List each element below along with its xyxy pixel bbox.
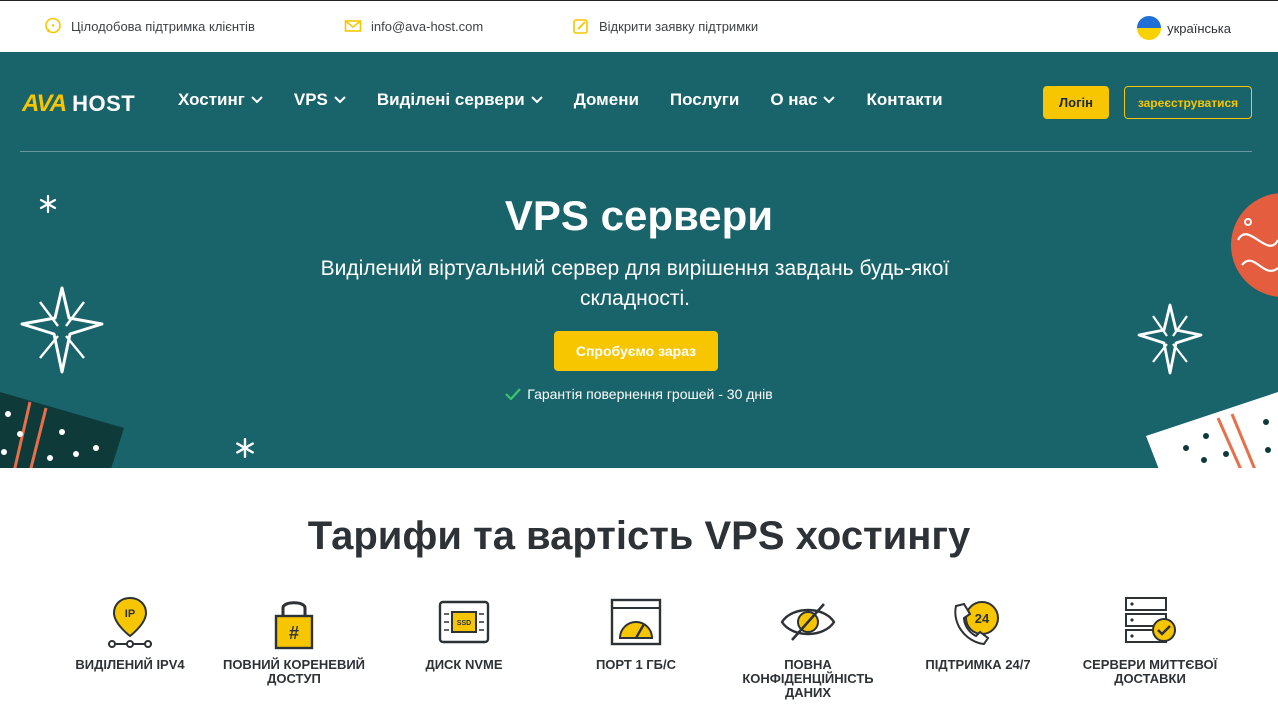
chat-icon bbox=[45, 17, 61, 34]
feature-label: Підтримка 24/7 bbox=[925, 657, 1031, 672]
chevron-down-icon bbox=[251, 96, 263, 104]
gift-box-decoration bbox=[0, 392, 124, 468]
server-check-icon bbox=[1125, 597, 1176, 643]
feature-privacy: Повна конфіденційність даних bbox=[728, 594, 888, 700]
chevron-down-icon bbox=[334, 96, 346, 104]
nav-label: Домени bbox=[573, 90, 639, 109]
feature-port: Порт 1 Гб/с bbox=[556, 594, 716, 672]
nav-label: О нас bbox=[770, 90, 818, 109]
features-row: IP Виділений IPV4 # Повний кореневий дос… bbox=[50, 594, 1230, 714]
feature-support: 24 Підтримка 24/7 bbox=[898, 594, 1058, 672]
logo[interactable]: AVA HOST bbox=[22, 90, 135, 118]
feature-root-access: # Повний кореневий доступ bbox=[214, 594, 374, 686]
try-now-button[interactable]: Спробуємо зараз bbox=[554, 331, 718, 371]
lock-icon: # bbox=[274, 601, 314, 650]
star-icon bbox=[20, 286, 104, 374]
hero-section: AVA HOST Хостинг VPS Виділені сервери До… bbox=[0, 52, 1278, 468]
svg-text:IP: IP bbox=[125, 608, 135, 620]
feature-instant-servers: Сервери миттєвої доставки bbox=[1070, 594, 1230, 686]
nav-dedicated-servers[interactable]: Виділені сервери bbox=[377, 90, 543, 110]
email-text: info@ava-host.com bbox=[371, 18, 484, 34]
feature-label: Диск NVME bbox=[425, 657, 503, 672]
star-icon bbox=[1137, 303, 1203, 375]
snowflake-icon bbox=[236, 437, 254, 459]
envelope-icon bbox=[344, 20, 362, 32]
logo-host: HOST bbox=[72, 91, 136, 116]
nav-domains[interactable]: Домени bbox=[574, 90, 639, 110]
tariffs-title: Тарифи та вартість VPS хостингу bbox=[307, 514, 971, 558]
svg-text:SSD: SSD bbox=[457, 620, 471, 627]
language-switcher[interactable]: українська bbox=[1137, 16, 1231, 40]
svg-text:24: 24 bbox=[975, 611, 990, 626]
email-link[interactable]: info@ava-host.com bbox=[344, 17, 483, 35]
feature-label: Сервери миттєвої доставки bbox=[1082, 657, 1218, 686]
ticket-text: Відкрити заявку підтримки bbox=[599, 18, 759, 34]
privacy-eye-icon bbox=[780, 603, 836, 641]
feature-ipv4: IP Виділений IPV4 bbox=[50, 594, 210, 672]
hero-subtitle: Виділений віртуальний сервер для вирішен… bbox=[320, 257, 950, 310]
support-link[interactable]: Цілодобова підтримка клієнтів bbox=[44, 17, 255, 35]
feature-label: Порт 1 Гб/с bbox=[595, 657, 677, 672]
edit-note-icon bbox=[573, 19, 588, 34]
nav-label: Послуги bbox=[669, 90, 740, 109]
register-button[interactable]: зареєструватися bbox=[1124, 86, 1252, 119]
nav-contacts[interactable]: Контакти bbox=[866, 90, 942, 110]
feature-label: Повна конфіденційність даних bbox=[742, 657, 874, 700]
support-24-icon: 24 bbox=[954, 601, 999, 646]
nav-label: Контакти bbox=[866, 90, 943, 109]
chevron-down-icon bbox=[823, 96, 836, 104]
ip-pin-icon: IP bbox=[108, 596, 152, 648]
feature-label: Виділений IPV4 bbox=[75, 657, 185, 672]
login-button[interactable]: Логін bbox=[1043, 86, 1109, 119]
nav-label: Хостинг bbox=[178, 90, 245, 109]
top-bar: Цілодобова підтримка клієнтів info@ava-h… bbox=[0, 0, 1278, 52]
svg-text:#: # bbox=[289, 623, 299, 643]
logo-ava: AVA bbox=[22, 90, 67, 117]
chevron-down-icon bbox=[530, 96, 543, 104]
nav-services[interactable]: Послуги bbox=[670, 90, 739, 110]
language-label: українська bbox=[1167, 20, 1231, 36]
nav-vps[interactable]: VPS bbox=[294, 90, 346, 110]
nav-about[interactable]: О нас bbox=[770, 90, 836, 110]
ssd-icon: SSD bbox=[438, 600, 490, 644]
speed-gauge-icon bbox=[610, 598, 662, 646]
hero-title: VPS сервери bbox=[504, 192, 774, 239]
feature-label: Повний кореневий доступ bbox=[222, 657, 366, 686]
feature-nvme: SSD Диск NVME bbox=[384, 594, 544, 672]
ukraine-flag-icon bbox=[1137, 16, 1162, 40]
guarantee-text: Гарантія повернення грошей - 30 днів bbox=[527, 386, 773, 402]
divider bbox=[20, 151, 1252, 152]
support-text: Цілодобова підтримка клієнтів bbox=[71, 18, 255, 34]
nav-hosting[interactable]: Хостинг bbox=[178, 90, 263, 110]
nav-label: VPS bbox=[293, 90, 328, 109]
gift-box-decoration bbox=[1146, 392, 1278, 468]
nav-label: Виділені сервери bbox=[376, 90, 525, 109]
main-nav: Хостинг VPS Виділені сервери Домени Посл… bbox=[178, 90, 974, 110]
ticket-link[interactable]: Відкрити заявку підтримки bbox=[572, 17, 758, 35]
guarantee-note: Гарантія повернення грошей - 30 днів bbox=[0, 386, 1278, 402]
checkmark-icon bbox=[505, 388, 522, 400]
